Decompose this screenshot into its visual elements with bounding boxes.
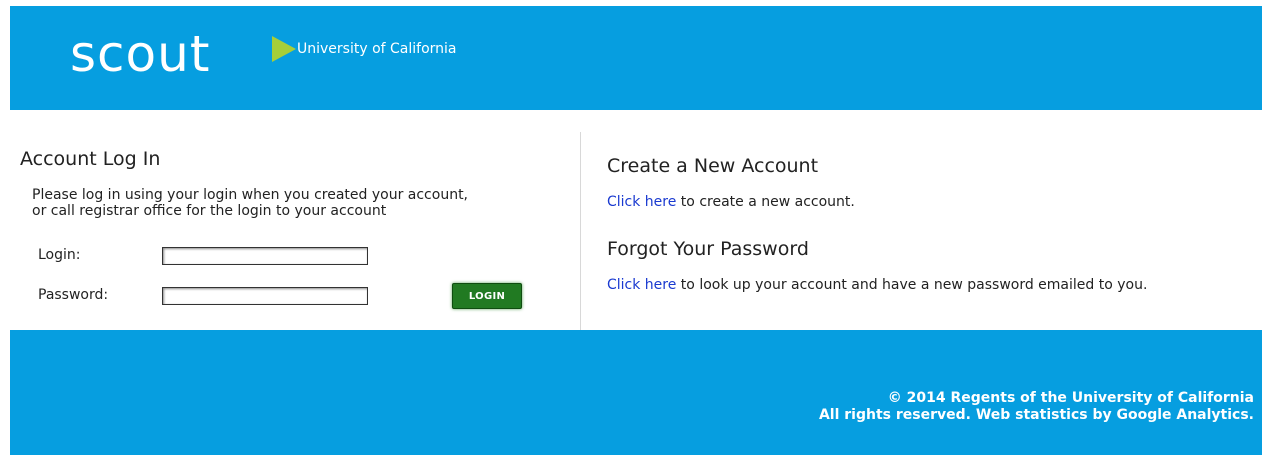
login-instructions: Please log in using your login when you … bbox=[32, 187, 572, 219]
login-instructions-line2: or call registrar office for the login t… bbox=[32, 203, 387, 219]
header-banner: scout University of California bbox=[10, 6, 1262, 110]
account-help-panel: Create a New Account Click here to creat… bbox=[607, 150, 1257, 330]
logo-subtitle: University of California bbox=[297, 41, 457, 57]
scout-logo[interactable]: scout bbox=[70, 26, 210, 82]
create-account-text: Click here to create a new account. bbox=[607, 194, 855, 210]
forgot-password-description: to look up your account and have a new p… bbox=[676, 277, 1148, 293]
forgot-password-text: Click here to look up your account and h… bbox=[607, 277, 1147, 293]
forgot-password-title: Forgot Your Password bbox=[607, 238, 809, 260]
login-button[interactable]: LOGIN bbox=[452, 283, 522, 309]
footer-text: © 2014 Regents of the University of Cali… bbox=[819, 390, 1254, 424]
rights-text: All rights reserved. Web statistics by G… bbox=[818, 407, 1254, 423]
copyright-text: © 2014 Regents of the University of Cali… bbox=[887, 390, 1254, 406]
panel-divider bbox=[580, 132, 581, 330]
forgot-password-link[interactable]: Click here bbox=[607, 277, 676, 293]
login-title: Account Log In bbox=[20, 148, 161, 170]
login-instructions-line1: Please log in using your login when you … bbox=[32, 187, 469, 203]
login-input[interactable] bbox=[162, 247, 368, 265]
create-account-description: to create a new account. bbox=[676, 194, 855, 210]
password-input[interactable] bbox=[162, 287, 368, 305]
footer-banner: © 2014 Regents of the University of Cali… bbox=[10, 330, 1262, 455]
password-label: Password: bbox=[38, 287, 109, 303]
create-account-title: Create a New Account bbox=[607, 155, 819, 177]
login-panel: Account Log In Please log in using your … bbox=[20, 140, 575, 330]
create-account-link[interactable]: Click here bbox=[607, 194, 676, 210]
login-label: Login: bbox=[38, 247, 81, 263]
play-arrow-icon bbox=[272, 36, 296, 62]
